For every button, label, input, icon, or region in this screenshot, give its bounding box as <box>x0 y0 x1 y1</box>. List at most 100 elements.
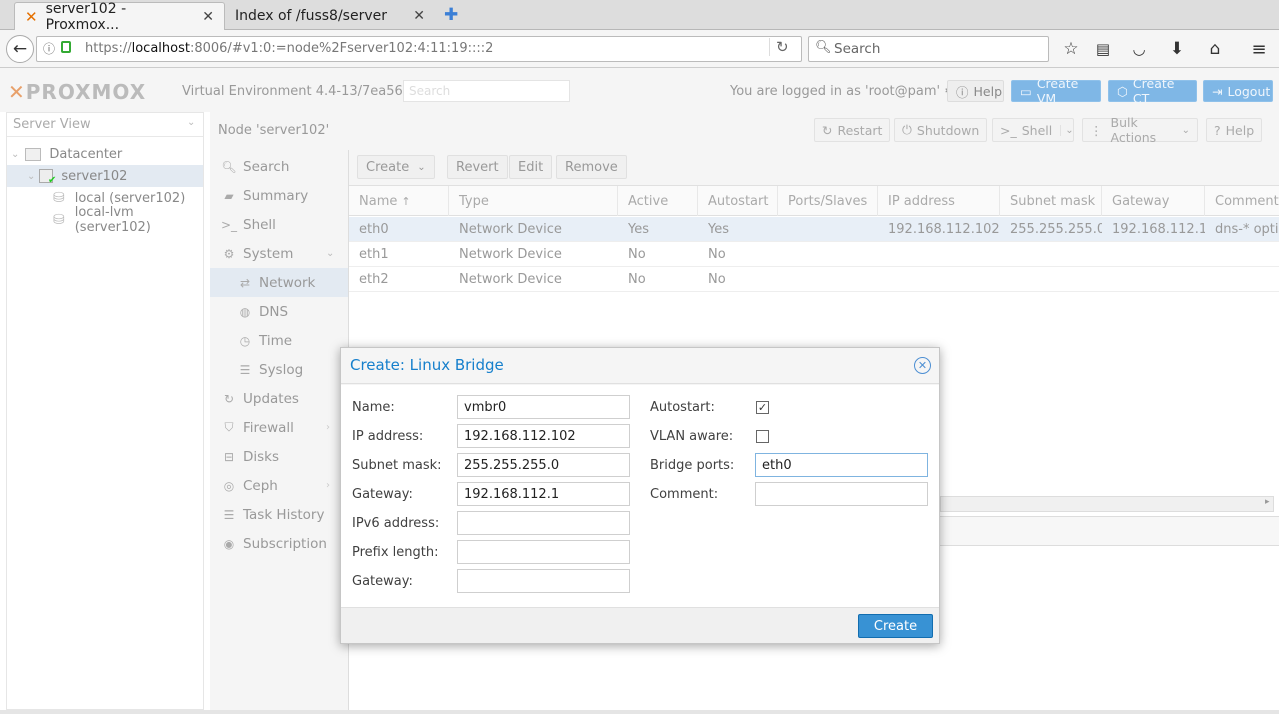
expand-icon: ⌄ <box>11 148 20 160</box>
menu-hamburger-icon[interactable]: ≡ <box>1248 39 1270 60</box>
menu-label: Time <box>259 332 293 349</box>
check-icon: ✓ <box>757 401 768 414</box>
menu-item-summary[interactable]: ▰ Summary <box>210 181 348 210</box>
header-help-button[interactable]: ⓘ Help <box>947 80 1004 102</box>
info-icon[interactable]: ⓘ <box>43 40 55 57</box>
ipv6-gateway-field[interactable] <box>457 569 630 593</box>
menu-item-subscription[interactable]: ◉ Subscription <box>210 529 348 558</box>
bridge-ports-field[interactable]: eth0 <box>755 453 928 477</box>
scroll-right-icon[interactable]: ▸ <box>1265 497 1270 507</box>
download-icon[interactable]: ⬇ <box>1166 39 1188 59</box>
tree-item-server102[interactable]: ⌄ ✔ server102 <box>7 165 203 187</box>
create-vm-button[interactable]: ▭ Create VM <box>1011 76 1101 106</box>
search-icon: 🔍︎ <box>815 40 832 55</box>
tree-label: local-lvm (server102) <box>74 205 151 235</box>
table-row[interactable]: eth1 Network Device No No <box>349 242 1279 267</box>
autostart-label: Autostart: <box>650 399 715 415</box>
tree-item-datacenter[interactable]: ⌄ Datacenter <box>7 143 203 165</box>
column-header-ports[interactable]: Ports/Slaves <box>778 186 878 216</box>
gateway-field[interactable]: 192.168.112.1 <box>457 482 630 506</box>
pocket-icon[interactable]: ◡ <box>1128 39 1150 59</box>
column-header-ip[interactable]: IP address <box>878 186 1000 216</box>
column-header-name[interactable]: Name ↑ <box>349 186 449 216</box>
create-menu-button[interactable]: Create ⌄ <box>357 155 435 179</box>
ipv6-gateway-label: Gateway: <box>352 573 413 589</box>
url-bar[interactable]: ⓘ https://localhost:8006/#v1:0:=node%2Fs… <box>36 36 802 62</box>
column-header-comment[interactable]: Comment <box>1205 186 1279 216</box>
cube-icon: ⬡ <box>1117 83 1128 99</box>
subnet-mask-field[interactable]: 255.255.255.0 <box>457 453 630 477</box>
browser-search-input[interactable]: 🔍︎ Search <box>808 36 1049 62</box>
menu-item-disks[interactable]: ⊟ Disks <box>210 442 348 471</box>
prefix-length-field[interactable] <box>457 540 630 564</box>
create-vm-label: Create VM <box>1036 76 1079 106</box>
logout-button[interactable]: ⇥ Logout <box>1203 80 1273 102</box>
column-header-autostart[interactable]: Autostart <box>698 186 778 216</box>
create-ct-button[interactable]: ⬡ Create CT <box>1108 76 1197 106</box>
vlan-aware-checkbox[interactable] <box>756 430 769 443</box>
menu-item-system[interactable]: ⚙ System ⌄ <box>210 239 348 268</box>
menu-item-search[interactable]: 🔍︎ Search <box>210 152 348 181</box>
home-icon[interactable]: ⌂ <box>1204 39 1226 59</box>
shell-button[interactable]: >_ Shell ⌄ <box>992 118 1074 142</box>
column-header-subnet[interactable]: Subnet mask <box>1000 186 1102 216</box>
create-button[interactable]: Create <box>858 614 933 638</box>
shutdown-label: Shutdown <box>916 122 980 138</box>
header-search-input[interactable]: Search <box>403 80 570 102</box>
storage-icon: ⛁ <box>53 190 65 206</box>
reload-icon[interactable]: ↻ <box>769 38 789 56</box>
bulk-actions-button[interactable]: ⋮ Bulk Actions ⌄ <box>1082 115 1198 145</box>
version-label: Virtual Environment 4.4-13/7ea56165 <box>182 84 428 99</box>
remove-button[interactable]: Remove <box>556 155 627 179</box>
back-arrow-icon[interactable]: ← <box>6 35 34 63</box>
shutdown-button[interactable]: ⏻ Shutdown <box>894 118 988 142</box>
browser-tab-index[interactable]: Index of /fuss8/server ✕ <box>225 2 435 30</box>
menu-item-time[interactable]: ◷ Time <box>210 326 348 355</box>
menu-item-network[interactable]: ⇄ Network <box>210 268 348 297</box>
close-tab-icon[interactable]: ✕ <box>202 9 214 25</box>
menu-item-syslog[interactable]: ☰ Syslog <box>210 355 348 384</box>
column-header-active[interactable]: Active <box>618 186 698 216</box>
reading-list-icon[interactable]: ▤ <box>1092 39 1114 59</box>
server-view-select[interactable]: Server View ⌄ <box>7 113 203 137</box>
list-icon: ☰ <box>239 362 251 377</box>
column-header-type[interactable]: Type <box>449 186 618 216</box>
menu-item-shell[interactable]: >_ Shell <box>210 210 348 239</box>
menu-item-dns[interactable]: ◍ DNS <box>210 297 348 326</box>
close-tab-icon[interactable]: ✕ <box>413 8 425 24</box>
help-label: Help <box>973 83 1003 99</box>
bookmark-star-icon[interactable]: ☆ <box>1060 39 1082 59</box>
hdd-icon: ⊟ <box>223 449 235 464</box>
ip-address-field[interactable]: 192.168.112.102 <box>457 424 630 448</box>
tree-item-local-lvm-storage[interactable]: ⛁ local-lvm (server102) <box>7 205 203 235</box>
gateway-label: Gateway: <box>352 486 413 502</box>
ipv6-address-field[interactable] <box>457 511 630 535</box>
autostart-checkbox[interactable]: ✓ <box>756 401 769 414</box>
column-header-gateway[interactable]: Gateway <box>1102 186 1205 216</box>
revert-button[interactable]: Revert <box>447 155 508 179</box>
dialog-footer: Create <box>341 607 939 643</box>
table-row[interactable]: eth0 Network Device Yes Yes 192.168.112.… <box>349 217 1279 242</box>
browser-tab-proxmox[interactable]: ✕ server102 - Proxmox... ✕ <box>14 1 225 33</box>
lock-icon <box>61 41 71 53</box>
close-icon[interactable]: ✕ <box>914 357 931 374</box>
table-row[interactable]: eth2 Network Device No No <box>349 267 1279 292</box>
cell-ip: 192.168.112.102 <box>888 222 1000 237</box>
browser-tab-bar: ✕ server102 - Proxmox... ✕ Index of /fus… <box>0 0 1279 33</box>
new-tab-icon[interactable]: ✚ <box>444 5 458 25</box>
cell-name: eth2 <box>359 272 389 287</box>
logout-icon: ⇥ <box>1212 83 1223 99</box>
menu-item-updates[interactable]: ↻ Updates <box>210 384 348 413</box>
node-help-button[interactable]: ? Help <box>1206 118 1263 142</box>
horizontal-scrollbar[interactable]: ▸ <box>940 496 1274 512</box>
name-field[interactable]: vmbr0 <box>457 395 630 419</box>
restart-button[interactable]: ↻ Restart <box>814 118 891 142</box>
bridge-ports-label: Bridge ports: <box>650 457 735 473</box>
comment-field[interactable] <box>755 482 928 506</box>
menu-item-task-history[interactable]: ☰ Task History <box>210 500 348 529</box>
chevron-right-icon: › <box>326 422 330 433</box>
edit-button[interactable]: Edit <box>509 155 553 179</box>
menu-item-ceph[interactable]: ◎ Ceph › <box>210 471 348 500</box>
dialog-titlebar[interactable]: Create: Linux Bridge ✕ <box>341 348 939 384</box>
menu-item-firewall[interactable]: ⛉ Firewall › <box>210 413 348 442</box>
